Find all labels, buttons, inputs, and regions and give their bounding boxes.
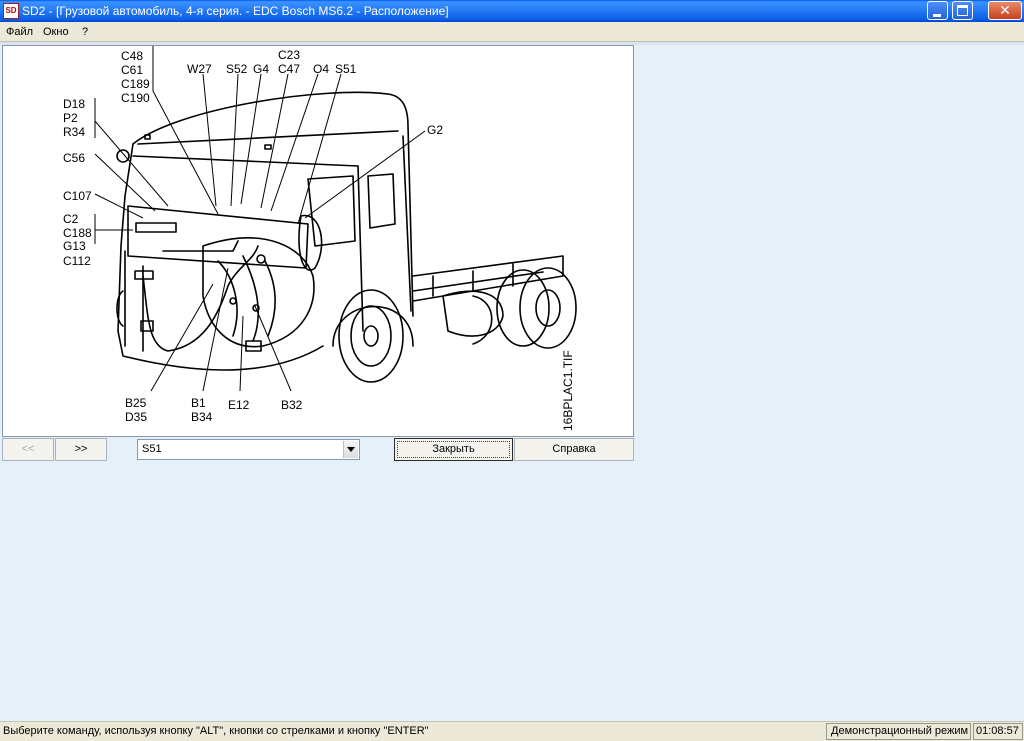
callout-d35: D35 xyxy=(125,410,147,424)
callout-b1: B1 xyxy=(191,396,206,410)
leader-g2 xyxy=(304,130,426,219)
status-mode: Демонстрационный режим xyxy=(826,723,971,740)
next-button[interactable]: >> xyxy=(55,438,107,461)
front-rim xyxy=(350,305,392,367)
minimize-icon xyxy=(933,14,941,17)
harness-branch xyxy=(162,240,239,252)
ecu-box xyxy=(135,222,177,233)
callout-c56: C56 xyxy=(63,151,85,165)
leader-b25 xyxy=(150,283,214,392)
close-window-button[interactable]: ✕ xyxy=(988,1,1022,20)
engine-details xyxy=(217,255,276,342)
window-title: SD2 - [Грузовой автомобиль, 4-я серия. -… xyxy=(22,4,449,18)
front-hub xyxy=(363,325,379,347)
grille xyxy=(124,250,144,352)
rear-wheel-inner xyxy=(496,269,550,347)
marker-lamp xyxy=(116,149,130,163)
callout-g13: G13 xyxy=(63,239,86,253)
leader-e12 xyxy=(239,315,244,392)
roof-front-edge xyxy=(137,130,399,145)
sensor-dot-2 xyxy=(229,297,237,305)
callout-s51: S51 xyxy=(335,62,357,76)
engine-block xyxy=(202,237,315,348)
callout-p2: P2 xyxy=(63,111,78,125)
prev-button[interactable]: << xyxy=(2,438,54,461)
fuel-tank xyxy=(442,290,504,337)
callout-c188: C188 xyxy=(63,226,92,240)
callout-w27: W27 xyxy=(187,62,212,76)
status-hint: Выберите команду, используя кнопку "ALT"… xyxy=(3,725,429,737)
callout-b34: B34 xyxy=(191,410,213,424)
callout-c112: C112 xyxy=(63,254,91,268)
door-lines xyxy=(357,135,412,332)
sensor-dot xyxy=(256,254,266,264)
wiring-harness xyxy=(142,245,259,352)
status-bar: Выберите команду, используя кнопку "ALT"… xyxy=(0,721,1024,741)
roof-lamp-left xyxy=(144,134,151,140)
callout-b32: B32 xyxy=(281,398,303,412)
image-filename: 16BPLAC1.TIF xyxy=(561,350,575,431)
app-logo-text: SD xyxy=(5,6,17,15)
component-select-value: S51 xyxy=(142,443,162,455)
leader-c47 xyxy=(260,73,289,209)
callout-s52: S52 xyxy=(226,62,248,76)
maximize-icon xyxy=(957,5,968,16)
help-button[interactable]: Справка xyxy=(514,438,634,461)
windshield-top xyxy=(132,155,359,167)
callout-c2: C2 xyxy=(63,212,79,226)
callout-g2: G2 xyxy=(427,123,443,137)
callout-e12: E12 xyxy=(228,398,250,412)
callout-c48: C48 xyxy=(121,49,143,63)
leader-d18 xyxy=(94,120,169,207)
maximize-button[interactable] xyxy=(952,1,973,20)
rear-wheel xyxy=(519,267,577,349)
callout-c190: C190 xyxy=(121,91,150,105)
component-location-image: C48 C61 C189 C190 W27 S52 G4 C23 C47 O4 … xyxy=(2,45,634,437)
callout-c107: C107 xyxy=(63,189,92,203)
title-bar: SD SD2 - [Грузовой автомобиль, 4-я серия… xyxy=(0,0,1024,22)
front-wheel xyxy=(338,289,404,383)
menu-help[interactable]: ? xyxy=(82,26,88,38)
chevron-down-icon xyxy=(347,447,355,452)
status-clock: 01:08:57 xyxy=(973,723,1023,740)
menu-bar: Файл Окно ? xyxy=(0,22,1024,42)
rear-window xyxy=(367,173,396,229)
callout-c61: C61 xyxy=(121,63,143,77)
dropdown-toggle[interactable] xyxy=(343,441,358,458)
callout-r34: R34 xyxy=(63,125,85,139)
callout-c47: C47 xyxy=(278,62,300,76)
callout-c23: C23 xyxy=(278,48,300,62)
component-select[interactable]: S51 xyxy=(137,439,360,460)
close-button[interactable]: Закрыть xyxy=(394,438,513,461)
callout-b25: B25 xyxy=(125,396,147,410)
app-logo-icon[interactable]: SD xyxy=(3,3,19,19)
truck-diagram: C48 C61 C189 C190 W27 S52 G4 C23 C47 O4 … xyxy=(63,46,577,431)
hood-panel xyxy=(127,205,309,269)
menu-file[interactable]: Файл xyxy=(6,26,33,38)
leader-s51 xyxy=(297,73,342,225)
close-icon: ✕ xyxy=(999,2,1011,18)
roof-lamp-right xyxy=(264,144,272,150)
callout-g4: G4 xyxy=(253,62,269,76)
menu-window[interactable]: Окно xyxy=(43,26,69,38)
callout-o4: O4 xyxy=(313,62,329,76)
tank-rib xyxy=(472,295,493,345)
callout-c189: C189 xyxy=(121,77,150,91)
minimize-button[interactable] xyxy=(927,1,948,20)
leader-o4 xyxy=(270,73,319,212)
callout-d18: D18 xyxy=(63,97,85,111)
